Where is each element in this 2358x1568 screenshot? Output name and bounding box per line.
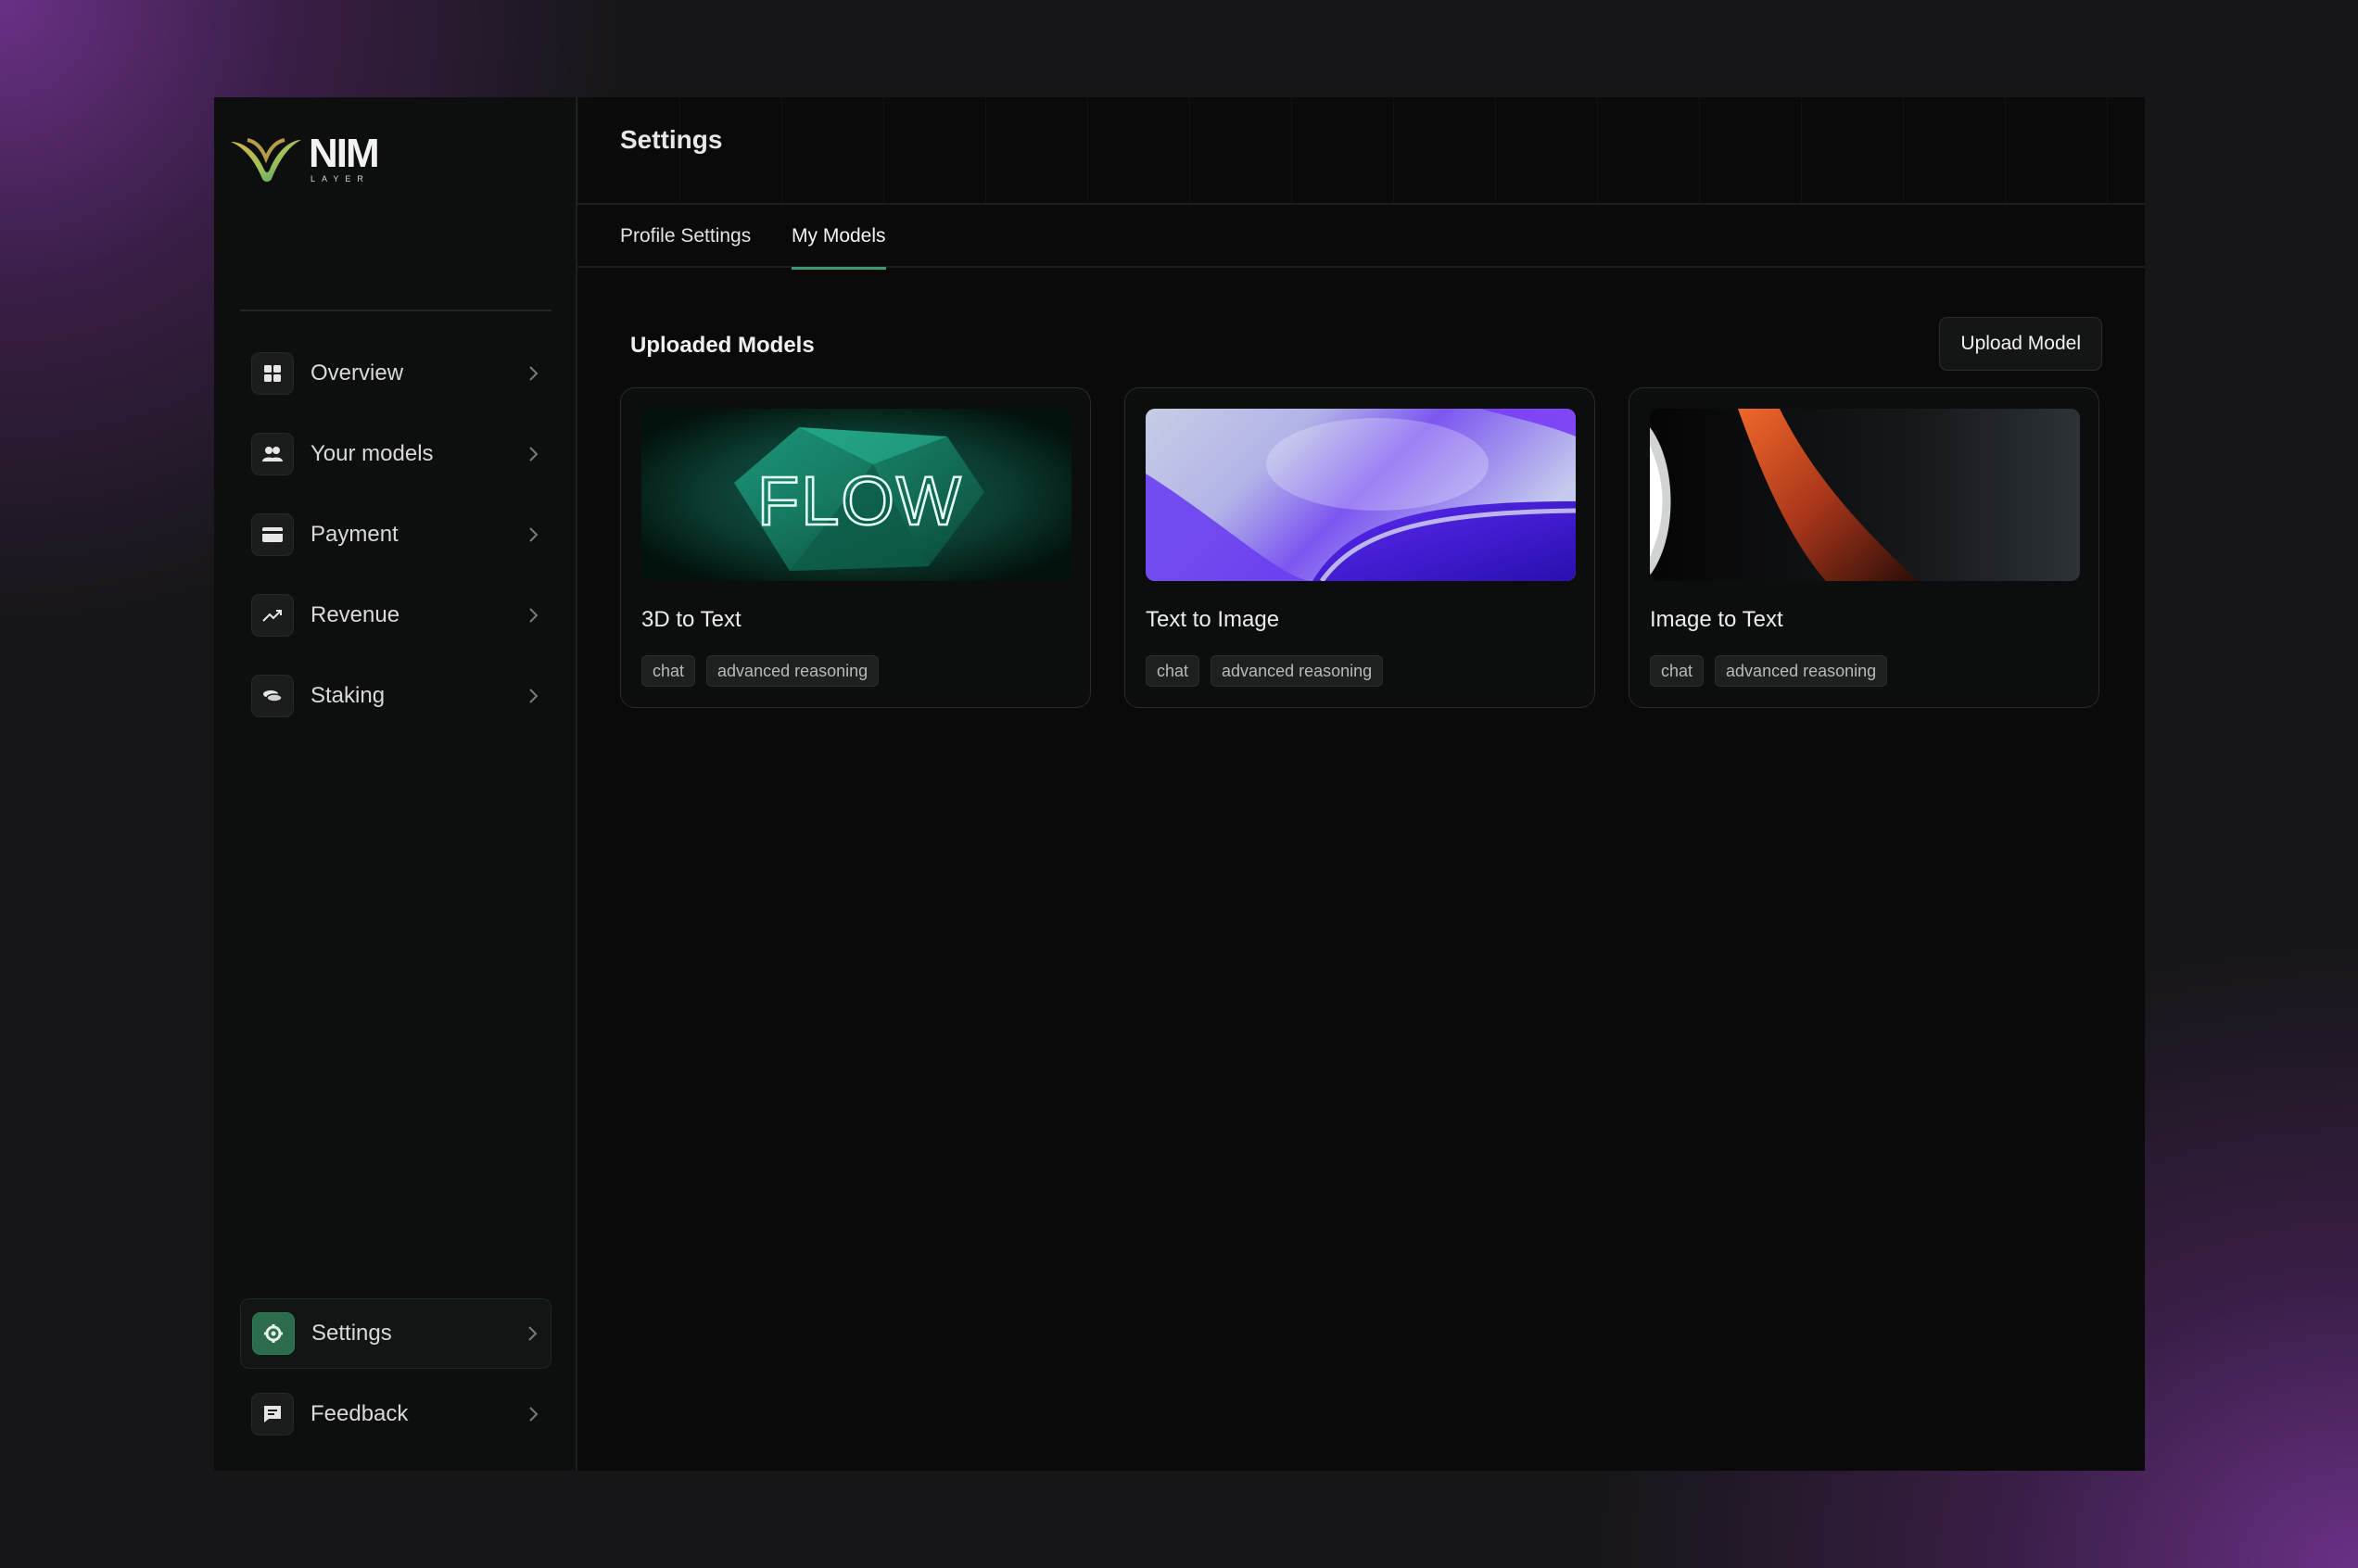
message-icon [251, 1393, 294, 1435]
model-card-3d-to-text[interactable]: FLOW 3D to Text chat advanced reasoning [620, 387, 1091, 708]
model-title: 3D to Text [641, 607, 742, 632]
sidebar-nav: Overview Your models Payment Revenue Sta… [240, 338, 551, 741]
sidebar-divider [240, 310, 551, 311]
tab-bar: Profile Settings My Models [577, 205, 2145, 270]
sidebar-item-payment[interactable]: Payment [240, 499, 551, 570]
chevron-right-icon [527, 1405, 540, 1423]
grid-icon [251, 352, 294, 395]
sidebar-item-overview[interactable]: Overview [240, 338, 551, 409]
tag-chat: chat [1146, 655, 1200, 687]
logo-subtext: LAYER [311, 174, 370, 183]
logo-text: NIM [309, 131, 380, 176]
users-icon [251, 433, 294, 475]
model-tags: chat advanced reasoning [1146, 655, 1574, 687]
tag-advanced-reasoning: advanced reasoning [1211, 655, 1384, 687]
gear-icon [252, 1312, 295, 1355]
tab-my-models[interactable]: My Models [792, 205, 886, 270]
app-window: NIM LAYER Overview Your models Payment R… [214, 97, 2145, 1471]
sidebar-bottom-nav: Settings Feedback [240, 1298, 551, 1460]
sidebar-item-label: Overview [311, 360, 404, 386]
chevron-right-icon [527, 687, 540, 705]
card-icon [251, 513, 294, 556]
sidebar-item-revenue[interactable]: Revenue [240, 580, 551, 651]
chevron-right-icon [526, 1324, 539, 1343]
trend-up-icon [251, 594, 294, 637]
logo-mark-icon [231, 138, 301, 182]
tag-advanced-reasoning: advanced reasoning [706, 655, 880, 687]
chevron-right-icon [527, 606, 540, 625]
sidebar-item-label: Feedback [311, 1401, 409, 1426]
model-title: Text to Image [1146, 607, 1280, 632]
thumbnail-text: FLOW [757, 462, 963, 539]
sidebar-item-label: Payment [311, 522, 399, 547]
model-tags: chat advanced reasoning [1650, 655, 2078, 687]
model-tags: chat advanced reasoning [641, 655, 1070, 687]
model-card-image-to-text[interactable]: Image to Text chat advanced reasoning [1629, 387, 2099, 708]
chevron-right-icon [527, 364, 540, 383]
tag-advanced-reasoning: advanced reasoning [1715, 655, 1888, 687]
sidebar-item-settings[interactable]: Settings [240, 1298, 551, 1369]
model-thumbnail [1650, 409, 2080, 581]
chevron-right-icon [527, 525, 540, 544]
page-title: Settings [620, 125, 723, 154]
sidebar-item-label: Revenue [311, 602, 400, 627]
logo: NIM LAYER [229, 131, 380, 186]
model-title: Image to Text [1650, 607, 1783, 632]
sidebar-item-feedback[interactable]: Feedback [240, 1379, 551, 1449]
coins-icon [251, 675, 294, 717]
sidebar-item-label: Settings [311, 1321, 392, 1346]
tag-chat: chat [1650, 655, 1705, 687]
sidebar-item-your-models[interactable]: Your models [240, 419, 551, 489]
sidebar-item-staking[interactable]: Staking [240, 661, 551, 731]
section-title: Uploaded Models [630, 333, 815, 358]
model-cards: FLOW 3D to Text chat advanced reasoning [620, 387, 2099, 708]
model-card-text-to-image[interactable]: Text to Image chat advanced reasoning [1124, 387, 1595, 708]
chevron-right-icon [527, 445, 540, 463]
model-thumbnail [1146, 409, 1576, 581]
sidebar: NIM LAYER Overview Your models Payment R… [214, 97, 577, 1471]
tag-chat: chat [641, 655, 696, 687]
sidebar-item-label: Your models [311, 441, 434, 466]
tab-profile-settings[interactable]: Profile Settings [620, 205, 751, 268]
model-thumbnail: FLOW [641, 409, 1071, 581]
main-content: Settings Profile Settings My Models Uplo… [577, 97, 2145, 1471]
upload-model-button[interactable]: Upload Model [1939, 317, 2102, 371]
sidebar-item-label: Staking [311, 683, 386, 708]
page-header: Settings [577, 97, 2145, 205]
